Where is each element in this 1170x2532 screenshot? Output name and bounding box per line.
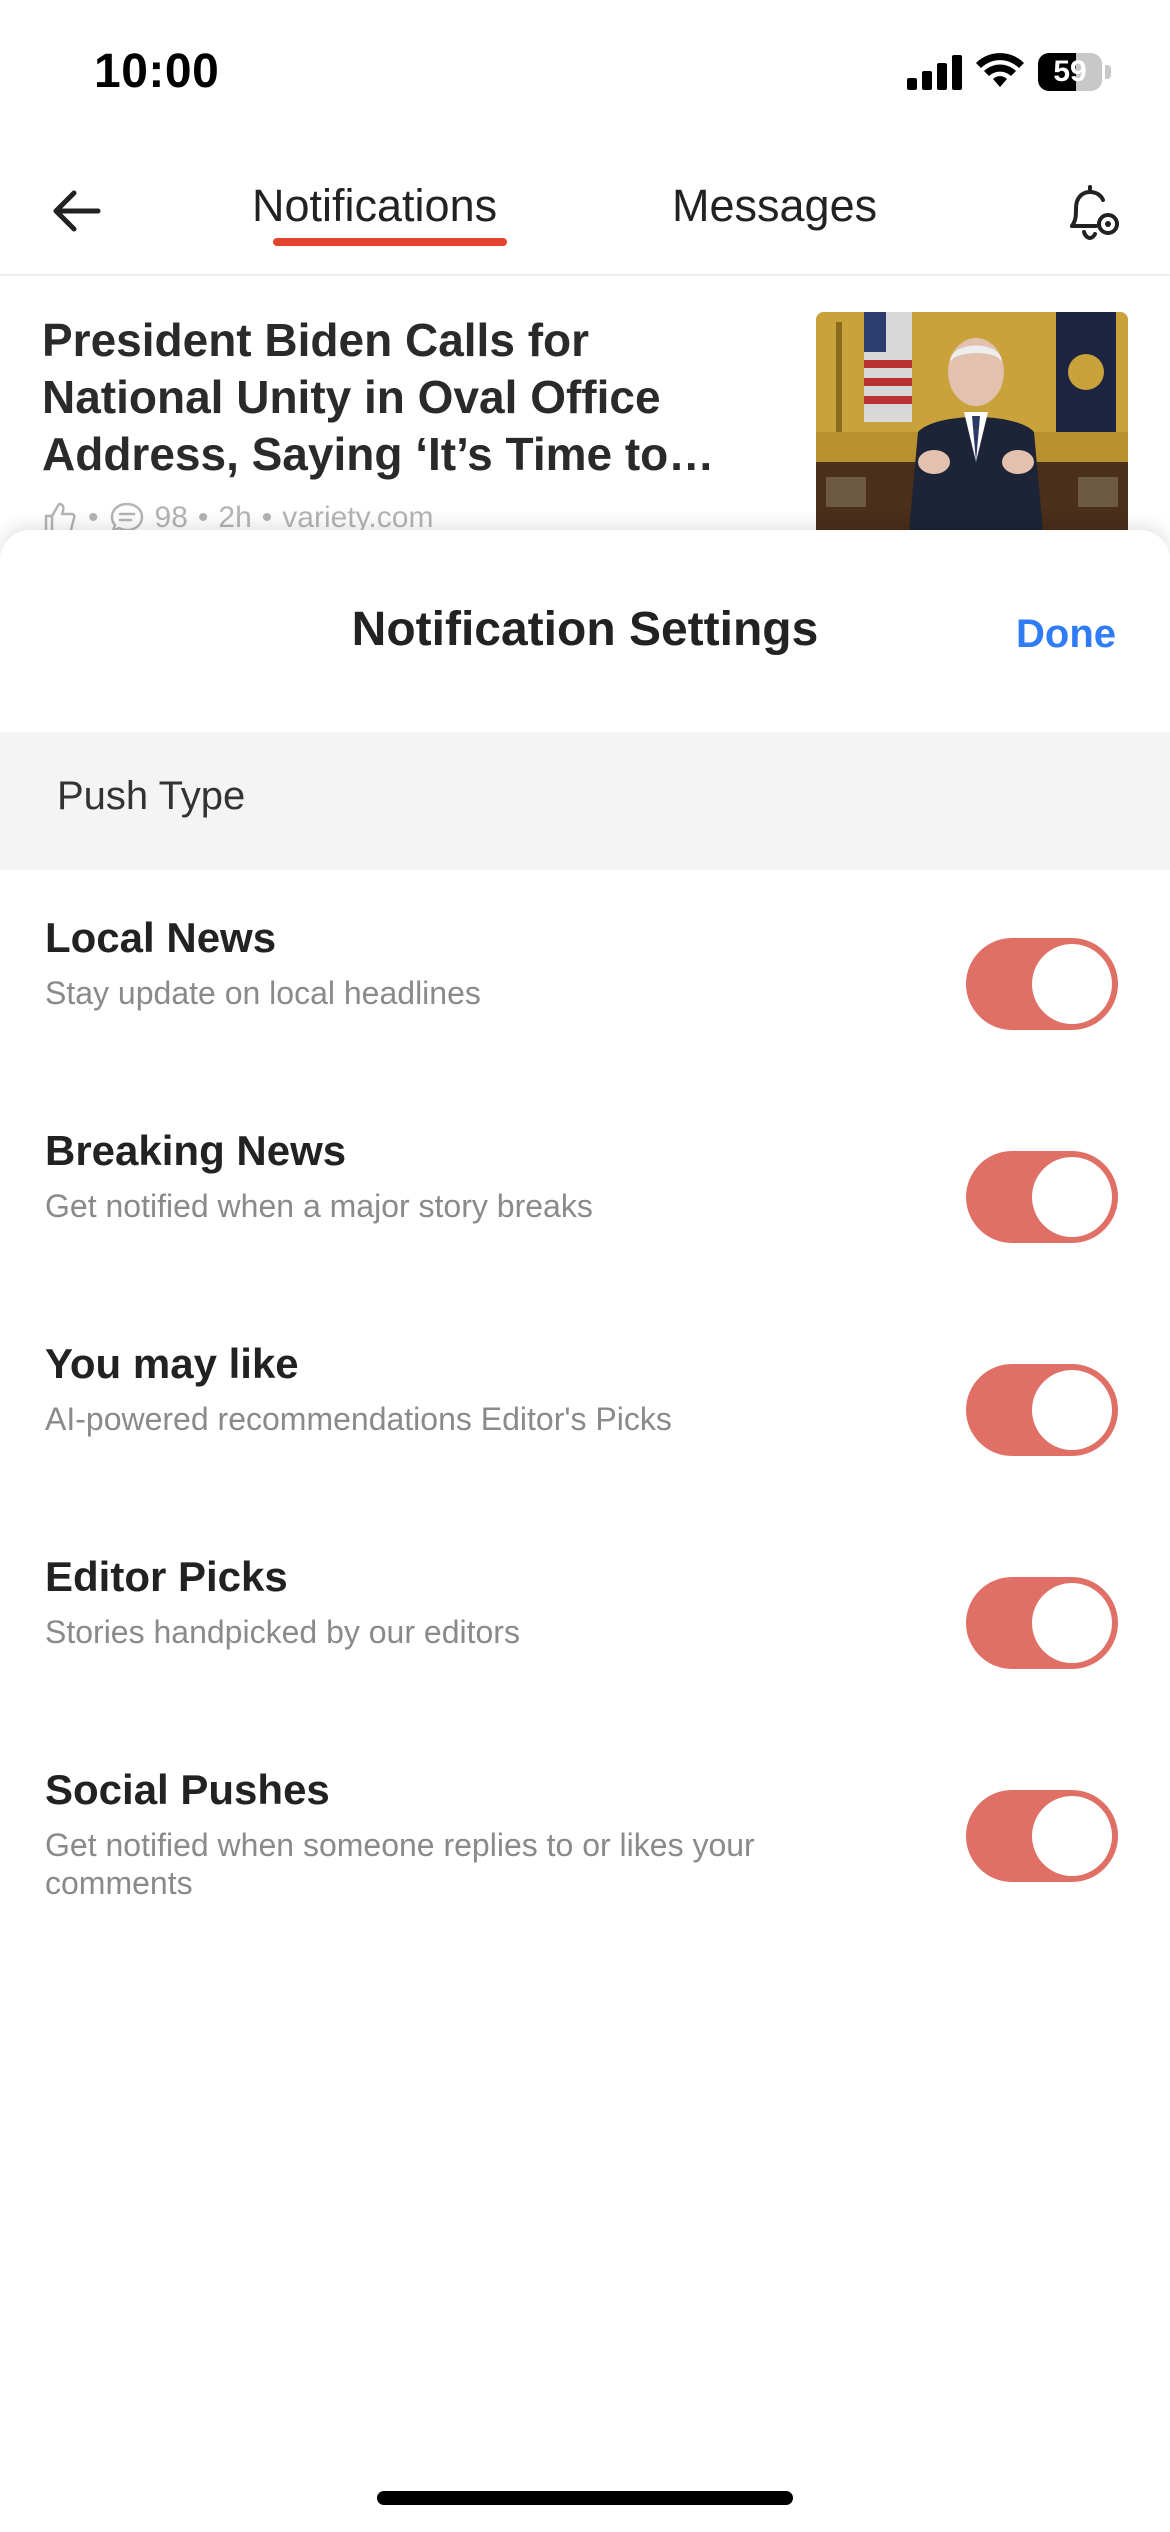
article-card[interactable]: President Biden Calls for National Unity… xyxy=(0,276,1170,542)
home-indicator xyxy=(377,2491,793,2505)
status-time: 10:00 xyxy=(94,45,220,98)
toggle-knob xyxy=(1032,1583,1112,1663)
toggle-knob xyxy=(1032,1796,1112,1876)
article-title: President Biden Calls for National Unity… xyxy=(42,314,715,480)
sheet-title: Notification Settings xyxy=(351,603,819,656)
setting-title: Breaking News xyxy=(45,1127,347,1174)
cellular-signal-icon xyxy=(907,55,962,90)
setting-description: AI-powered recommendations Editor's Pick… xyxy=(45,1401,672,1437)
wifi-icon xyxy=(976,53,1024,87)
top-nav: Notifications Messages xyxy=(0,140,1170,276)
toggle-knob xyxy=(1032,944,1112,1024)
toggle-knob xyxy=(1032,1157,1112,1237)
notification-settings-sheet: Notification Settings Done Push Type Loc… xyxy=(0,530,1170,2532)
setting-row-social-pushes: Social Pushes Get notified when someone … xyxy=(0,1766,1170,1966)
arrow-left-icon[interactable] xyxy=(46,180,108,242)
tab-messages[interactable]: Messages xyxy=(672,180,877,232)
setting-description: Stay update on local headlines xyxy=(45,975,481,1011)
social-pushes-toggle[interactable] xyxy=(966,1790,1118,1882)
setting-title: You may like xyxy=(45,1340,299,1387)
setting-row-editor-picks: Editor Picks Stories handpicked by our e… xyxy=(0,1553,1170,1753)
setting-description: Stories handpicked by our editors xyxy=(45,1614,520,1650)
editor-picks-toggle[interactable] xyxy=(966,1577,1118,1669)
battery-level: 59 xyxy=(1053,55,1087,88)
toggle-knob xyxy=(1032,1370,1112,1450)
bell-gear-icon[interactable] xyxy=(1058,180,1124,246)
tab-notifications[interactable]: Notifications xyxy=(252,180,497,232)
breaking-news-toggle[interactable] xyxy=(966,1151,1118,1243)
you-may-like-toggle[interactable] xyxy=(966,1364,1118,1456)
done-button[interactable]: Done xyxy=(1016,612,1116,657)
status-bar: 10:00 59 xyxy=(0,0,1170,140)
article-thumbnail xyxy=(816,312,1128,542)
setting-title: Social Pushes xyxy=(45,1766,330,1813)
section-header-label: Push Type xyxy=(57,774,246,818)
setting-description: Get notified when a major story breaks xyxy=(45,1188,593,1224)
setting-row-breaking-news: Breaking News Get notified when a major … xyxy=(0,1127,1170,1327)
setting-title: Editor Picks xyxy=(45,1553,288,1600)
setting-row-you-may-like: You may like AI-powered recommendations … xyxy=(0,1340,1170,1540)
battery-icon: 59 xyxy=(1038,53,1112,91)
local-news-toggle[interactable] xyxy=(966,938,1118,1030)
section-header: Push Type xyxy=(0,732,1170,870)
setting-title: Local News xyxy=(45,914,277,961)
setting-description: Get notified when someone replies to or … xyxy=(45,1827,755,1901)
setting-row-local-news: Local News Stay update on local headline… xyxy=(0,914,1170,1114)
active-tab-indicator xyxy=(273,238,507,246)
